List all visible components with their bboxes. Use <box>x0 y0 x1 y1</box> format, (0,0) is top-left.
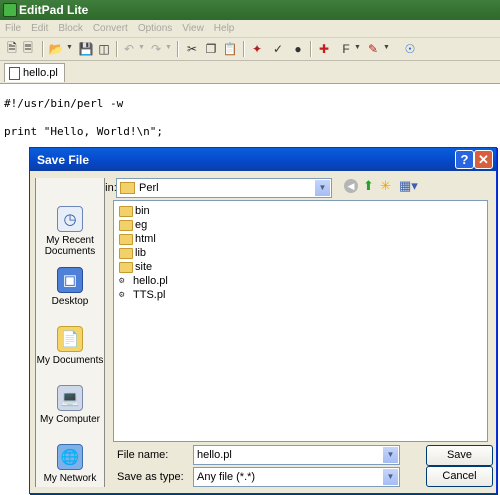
dialog-titlebar[interactable]: Save File ? ✕ <box>30 148 496 171</box>
app-icon <box>3 3 17 17</box>
my-documents-icon: 📄 <box>57 326 83 352</box>
list-item[interactable]: lib <box>119 246 146 260</box>
chevron-down-icon[interactable]: ▼ <box>383 44 390 51</box>
folder-icon <box>119 233 133 245</box>
place-my-network[interactable]: 🌐 My Network <box>36 444 104 484</box>
spellcheck-icon[interactable]: ✓ <box>270 41 286 57</box>
file-name-label: File name: <box>117 449 169 461</box>
menu-help[interactable]: Help <box>209 20 240 34</box>
chevron-down-icon[interactable]: ▼ <box>354 44 361 51</box>
places-bar: ◷ My Recent Documents ▣ Desktop 📄 My Doc… <box>35 178 105 487</box>
menubar: File Edit Block Convert Options View Help <box>0 20 500 38</box>
file-name-field[interactable]: hello.pl ▼ <box>193 445 400 465</box>
desktop-icon: ▣ <box>57 267 83 293</box>
open-folder-icon[interactable]: 📂 <box>48 41 64 57</box>
menu-view[interactable]: View <box>177 20 209 34</box>
new-file-icon[interactable]: 🗎 <box>4 41 20 57</box>
app-title: EditPad Lite <box>19 3 89 17</box>
tab-hello-pl[interactable]: hello.pl <box>4 63 65 82</box>
save-as-type-label: Save as type: <box>117 471 184 483</box>
file-name-value: hello.pl <box>197 449 232 461</box>
marker-icon[interactable]: ✦ <box>249 41 265 57</box>
save-file-dialog: Save File ? ✕ Save in: Perl ▼ ◀ ⬆ ✳ ▦▾ ◷… <box>29 147 497 494</box>
place-my-recent-documents[interactable]: ◷ My Recent Documents <box>36 206 104 257</box>
place-my-computer[interactable]: 💻 My Computer <box>36 385 104 425</box>
my-computer-icon: 💻 <box>57 385 83 411</box>
chevron-down-icon[interactable]: ▼ <box>165 44 172 51</box>
list-item[interactable]: html <box>119 232 156 246</box>
folder-icon <box>119 247 133 259</box>
views-menu-icon[interactable]: ▦▾ <box>399 178 418 194</box>
save-as-type-dropdown[interactable]: Any file (*.*) ▼ <box>193 467 400 487</box>
close-button[interactable]: ✕ <box>474 150 493 169</box>
folder-icon <box>120 182 135 194</box>
new-folder-icon[interactable]: ✳ <box>380 178 391 194</box>
chevron-down-icon[interactable]: ▼ <box>138 44 145 51</box>
copy-icon[interactable]: ❐ <box>203 41 219 57</box>
chevron-down-icon[interactable]: ▼ <box>66 44 73 51</box>
chevron-down-icon[interactable]: ▼ <box>382 468 399 486</box>
back-icon[interactable]: ◀ <box>344 179 358 193</box>
web-icon[interactable]: ☉ <box>402 41 418 57</box>
font-icon[interactable]: F <box>338 41 354 57</box>
save-in-dropdown[interactable]: Perl ▼ <box>116 178 332 198</box>
code-line: print "Hello, World!\n"; <box>4 125 163 138</box>
help-button[interactable]: ? <box>455 150 474 169</box>
chevron-down-icon[interactable]: ▼ <box>382 446 399 464</box>
recent-documents-icon: ◷ <box>57 206 83 232</box>
open-file-icon[interactable]: 🗏 <box>20 41 36 57</box>
menu-options[interactable]: Options <box>133 20 177 34</box>
menu-block[interactable]: Block <box>53 20 87 34</box>
highlight-icon[interactable]: ✎ <box>365 41 381 57</box>
place-desktop[interactable]: ▣ Desktop <box>36 267 104 307</box>
dialog-title: Save File <box>37 153 90 167</box>
list-item[interactable]: site <box>119 260 152 274</box>
perl-file-icon: ⚙ <box>119 289 125 300</box>
save-icon[interactable]: 💾 <box>78 41 94 57</box>
cancel-button[interactable]: Cancel <box>426 466 493 487</box>
undo-icon[interactable]: ↶ <box>121 41 137 57</box>
toolbar: 🗎 🗏 📂 ▼ 💾 ◫ ↶ ▼ ↷ ▼ ✂ ❐ 📋 ✦ ✓ ● ✚ F ▼ ✎ … <box>0 38 500 61</box>
folder-icon <box>119 261 133 273</box>
save-button[interactable]: Save <box>426 445 493 466</box>
paste-icon[interactable]: 📋 <box>222 41 238 57</box>
save-as-type-value: Any file (*.*) <box>197 471 256 483</box>
perl-file-icon: ⚙ <box>119 275 125 286</box>
app-titlebar[interactable]: EditPad Lite <box>0 0 500 21</box>
up-folder-icon[interactable]: ⬆ <box>363 178 374 194</box>
insert-icon[interactable]: ✚ <box>316 41 332 57</box>
search-icon[interactable]: ● <box>290 41 306 57</box>
list-item[interactable]: ⚙ hello.pl <box>119 274 168 288</box>
folder-icon <box>119 219 133 231</box>
file-icon <box>9 66 20 80</box>
file-list[interactable]: bin eg html lib site ⚙ hello.pl ⚙ TTS.pl <box>113 200 488 442</box>
folder-icon <box>119 205 133 217</box>
menu-convert[interactable]: Convert <box>88 20 133 34</box>
list-item[interactable]: eg <box>119 218 147 232</box>
code-line: #!/usr/bin/perl -w <box>4 97 124 110</box>
save-all-icon[interactable]: ◫ <box>96 41 112 57</box>
save-in-value: Perl <box>139 182 159 194</box>
cut-icon[interactable]: ✂ <box>184 41 200 57</box>
menu-edit[interactable]: Edit <box>26 20 53 34</box>
tabbar: hello.pl <box>0 61 500 84</box>
redo-icon[interactable]: ↷ <box>148 41 164 57</box>
place-my-documents[interactable]: 📄 My Documents <box>36 326 104 366</box>
my-network-icon: 🌐 <box>57 444 83 470</box>
list-item[interactable]: ⚙ TTS.pl <box>119 288 165 302</box>
list-item[interactable]: bin <box>119 204 150 218</box>
chevron-down-icon[interactable]: ▼ <box>314 179 331 197</box>
menu-file[interactable]: File <box>0 20 26 34</box>
tab-label: hello.pl <box>23 67 58 79</box>
